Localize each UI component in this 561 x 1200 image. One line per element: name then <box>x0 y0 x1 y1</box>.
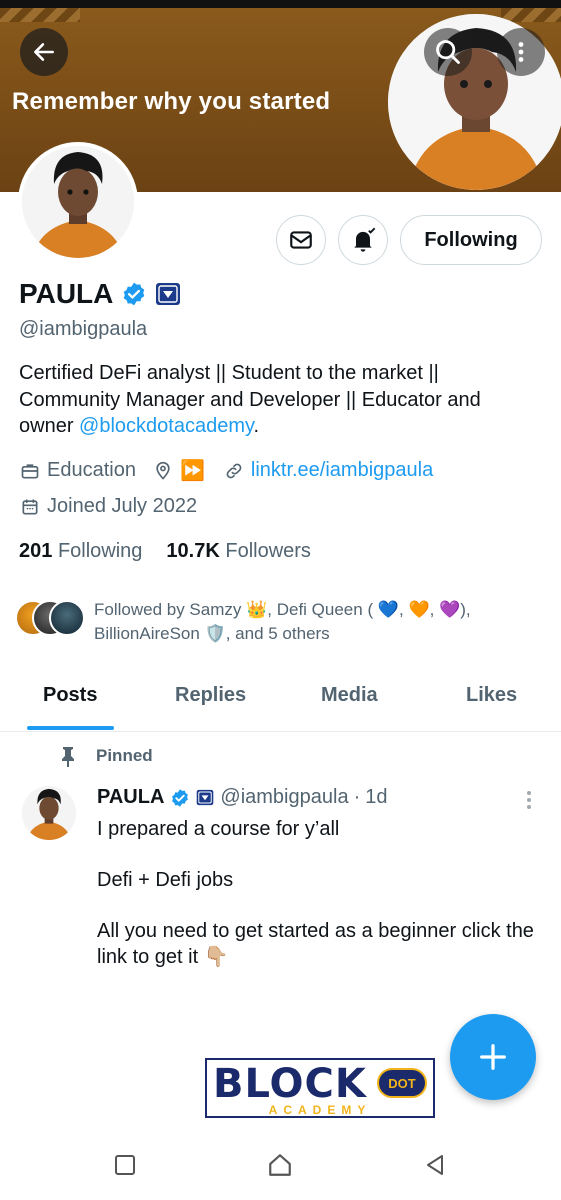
tab-replies[interactable]: Replies <box>175 684 246 707</box>
followers-label: Followers <box>225 540 311 562</box>
followed-by-text: Followed by Samzy 👑, Defi Queen ( 💙, 🧡, … <box>94 600 471 643</box>
plus-icon <box>480 1044 506 1070</box>
briefcase-icon <box>19 460 41 482</box>
tweet-time: 1d <box>365 786 388 808</box>
tweet-separator: · <box>353 786 361 808</box>
profile-tabs: Posts Replies Media Likes <box>0 668 561 732</box>
followed-by-section[interactable]: Followed by Samzy 👑, Defi Queen ( 💙, 🧡, … <box>15 598 494 646</box>
followers-count: 10.7K <box>166 540 220 562</box>
affiliate-badge-icon[interactable] <box>155 282 181 306</box>
back-button[interactable] <box>20 28 68 76</box>
tweet-line: Defi + Defi jobs <box>97 869 234 891</box>
bio-mention-link[interactable]: @blockdotacademy <box>79 415 253 437</box>
more-options-button[interactable] <box>497 28 545 76</box>
tweet-author-handle: @iambigpaula <box>220 786 349 808</box>
system-nav-bar <box>0 1130 561 1200</box>
verified-badge-icon <box>172 788 189 807</box>
tweet-body[interactable]: I prepared a course for y’all Defi + Def… <box>97 816 547 995</box>
location-pin-icon <box>152 460 174 482</box>
tab-media[interactable]: Media <box>321 684 378 707</box>
profile-category: Education <box>47 459 136 481</box>
mail-icon <box>290 231 312 249</box>
bio-end: . <box>253 415 260 437</box>
following-label: Following <box>57 540 143 562</box>
more-dot <box>527 805 531 809</box>
tweet-line: I prepared a course for y’all <box>97 818 340 840</box>
calendar-icon <box>19 496 41 518</box>
following-count: 201 <box>19 540 53 562</box>
logo-dot-text: DOT <box>377 1068 427 1098</box>
profile-bio: Certified DeFi analyst || Student to the… <box>19 360 539 440</box>
pinned-label-row: Pinned <box>58 745 153 767</box>
avatar <box>49 600 85 636</box>
pinned-label: Pinned <box>96 746 153 765</box>
more-dot <box>527 791 531 795</box>
profile-location: ⏩ <box>179 460 205 482</box>
profile-name-row: PAULA <box>19 278 181 310</box>
following-button[interactable]: Following <box>400 215 542 265</box>
triangle-back-icon <box>427 1155 443 1175</box>
logo-sub-text: ACADEMY <box>268 1103 372 1117</box>
follow-counts: 201 Following 10.7K Followers <box>19 540 311 563</box>
profile-joined-row: Joined July 2022 <box>19 495 197 518</box>
tab-likes[interactable]: Likes <box>466 684 517 707</box>
affiliate-badge-icon <box>197 789 214 806</box>
recent-apps-button[interactable] <box>110 1150 140 1180</box>
profile-name: PAULA <box>19 278 114 309</box>
pin-icon <box>62 747 74 767</box>
banner-text: Remember why you started <box>12 88 331 115</box>
followed-by-avatars <box>15 598 90 638</box>
back-nav-button[interactable] <box>420 1150 450 1180</box>
profile-joined-date: Joined July 2022 <box>47 495 198 517</box>
link-icon <box>223 460 245 482</box>
tab-posts[interactable]: Posts <box>43 684 97 707</box>
notifications-button[interactable] <box>338 215 388 265</box>
profile-avatar[interactable] <box>18 142 138 262</box>
message-button[interactable] <box>276 215 326 265</box>
tweet-line: All you need to get started as a beginne… <box>97 920 534 968</box>
home-icon <box>269 1154 291 1176</box>
status-bar <box>0 0 561 8</box>
avatar <box>22 146 134 258</box>
arrow-left-icon <box>34 43 54 61</box>
more-dot <box>527 798 531 802</box>
profile-meta-row: Education ⏩ linktr.ee/iambigpaula <box>19 458 433 483</box>
tweet-author-name[interactable]: PAULA <box>97 786 164 809</box>
home-button[interactable] <box>265 1150 295 1180</box>
profile-website-link[interactable]: linktr.ee/iambigpaula <box>251 459 433 482</box>
search-icon <box>436 40 460 64</box>
verified-badge-icon[interactable] <box>121 281 147 307</box>
square-icon <box>115 1155 135 1175</box>
compose-post-button[interactable] <box>450 1014 536 1100</box>
search-button[interactable] <box>424 28 472 76</box>
blockdot-academy-logo: BLOCK DOT ACADEMY <box>205 1058 435 1118</box>
active-tab-indicator <box>27 726 114 730</box>
followers-count-link[interactable]: 10.7K Followers <box>166 540 311 563</box>
tweet-more-button[interactable] <box>522 788 536 812</box>
bell-check-icon <box>354 227 376 252</box>
logo-main-text: BLOCK <box>213 1061 367 1107</box>
more-vertical-icon <box>518 42 524 62</box>
following-count-link[interactable]: 201 Following <box>19 540 142 563</box>
banner-stripes <box>0 8 80 22</box>
profile-handle: @iambigpaula <box>19 318 148 340</box>
tweet-header: PAULA @iambigpaula · 1d <box>97 786 387 809</box>
tweet-avatar[interactable] <box>22 786 76 840</box>
